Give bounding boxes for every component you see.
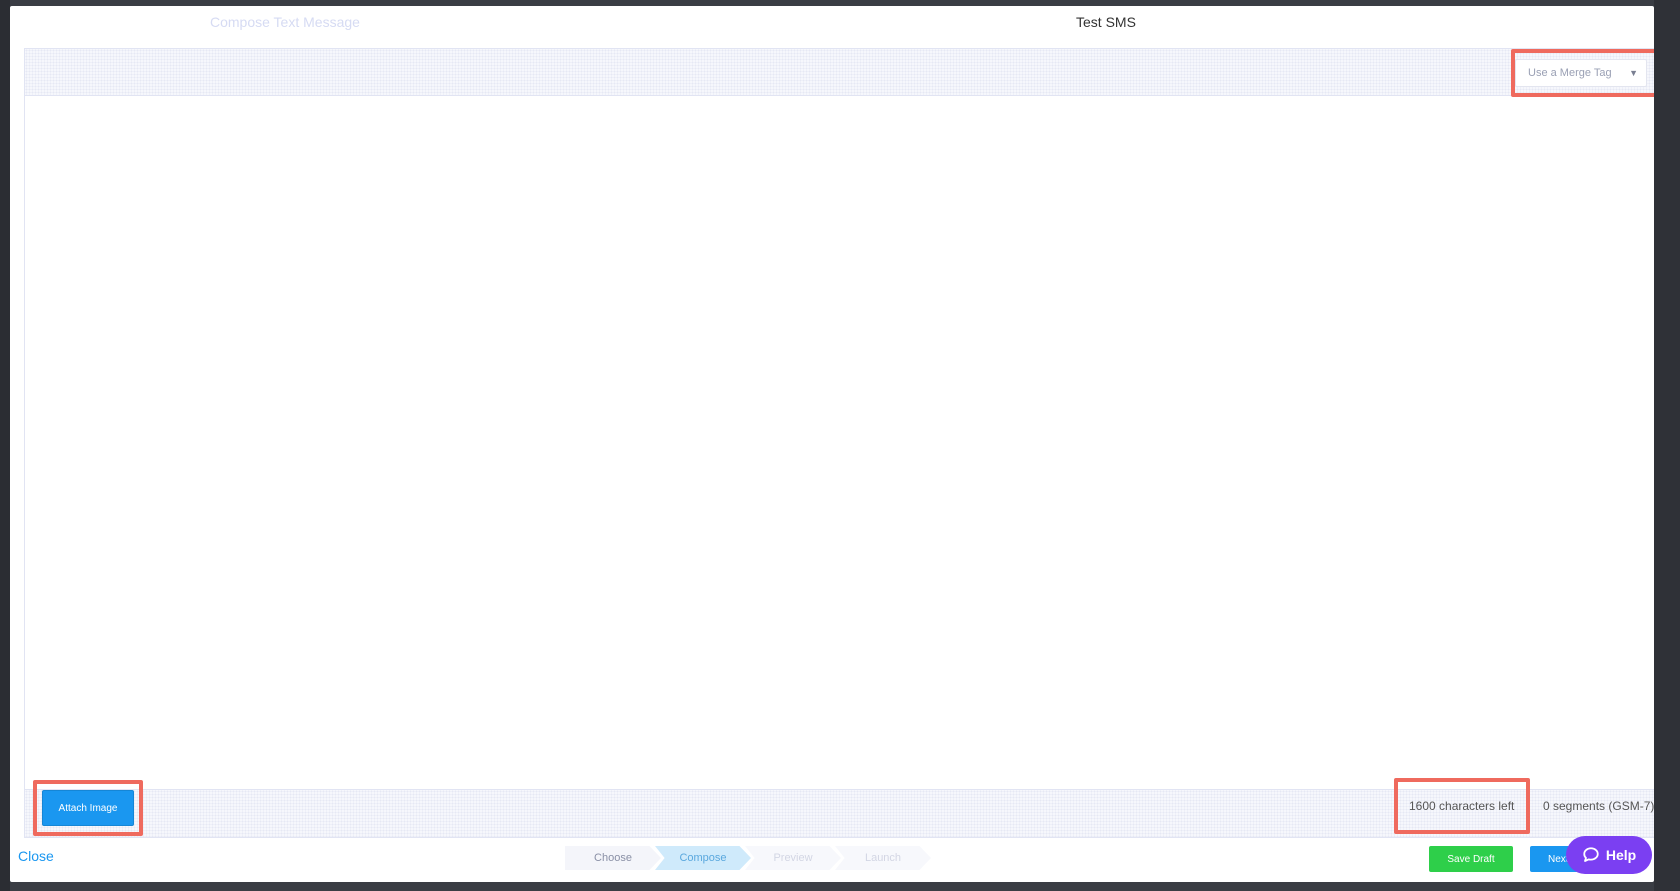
step-title: Compose Text Message (210, 14, 360, 30)
attach-image-highlight (33, 780, 143, 836)
step-progress: Choose Compose Preview Launch (565, 846, 931, 870)
editor-footer: Attach Image 1600 characters left 0 segm… (25, 778, 1654, 837)
save-draft-button[interactable]: Save Draft (1429, 846, 1513, 872)
compose-sms-modal: Compose Text Message Test SMS Use a Merg… (10, 6, 1654, 882)
modal-footer: Close Choose Compose Preview Launch Save… (10, 836, 1654, 882)
step-launch[interactable]: Launch (835, 846, 931, 870)
sms-editor: Use a Merge Tag ▼ Attach Image 1600 char… (24, 48, 1654, 838)
editor-toolbar: Use a Merge Tag ▼ (25, 49, 1654, 97)
chat-bubble-icon (1583, 847, 1599, 862)
message-title: Test SMS (1076, 14, 1136, 30)
step-compose[interactable]: Compose (655, 846, 751, 870)
close-link[interactable]: Close (18, 848, 54, 864)
characters-left-counter: 1600 characters left (1409, 799, 1515, 813)
step-preview[interactable]: Preview (745, 846, 841, 870)
step-choose[interactable]: Choose (565, 846, 661, 870)
message-textarea[interactable] (25, 97, 1654, 789)
backdrop-right (1654, 0, 1680, 891)
merge-tag-highlight (1511, 49, 1654, 97)
modal-header: Compose Text Message Test SMS (10, 6, 1654, 44)
backdrop-left (0, 0, 10, 891)
help-button[interactable]: Help (1566, 836, 1652, 874)
help-label: Help (1605, 847, 1637, 863)
segments-counter: 0 segments (GSM-7) (1543, 799, 1654, 813)
